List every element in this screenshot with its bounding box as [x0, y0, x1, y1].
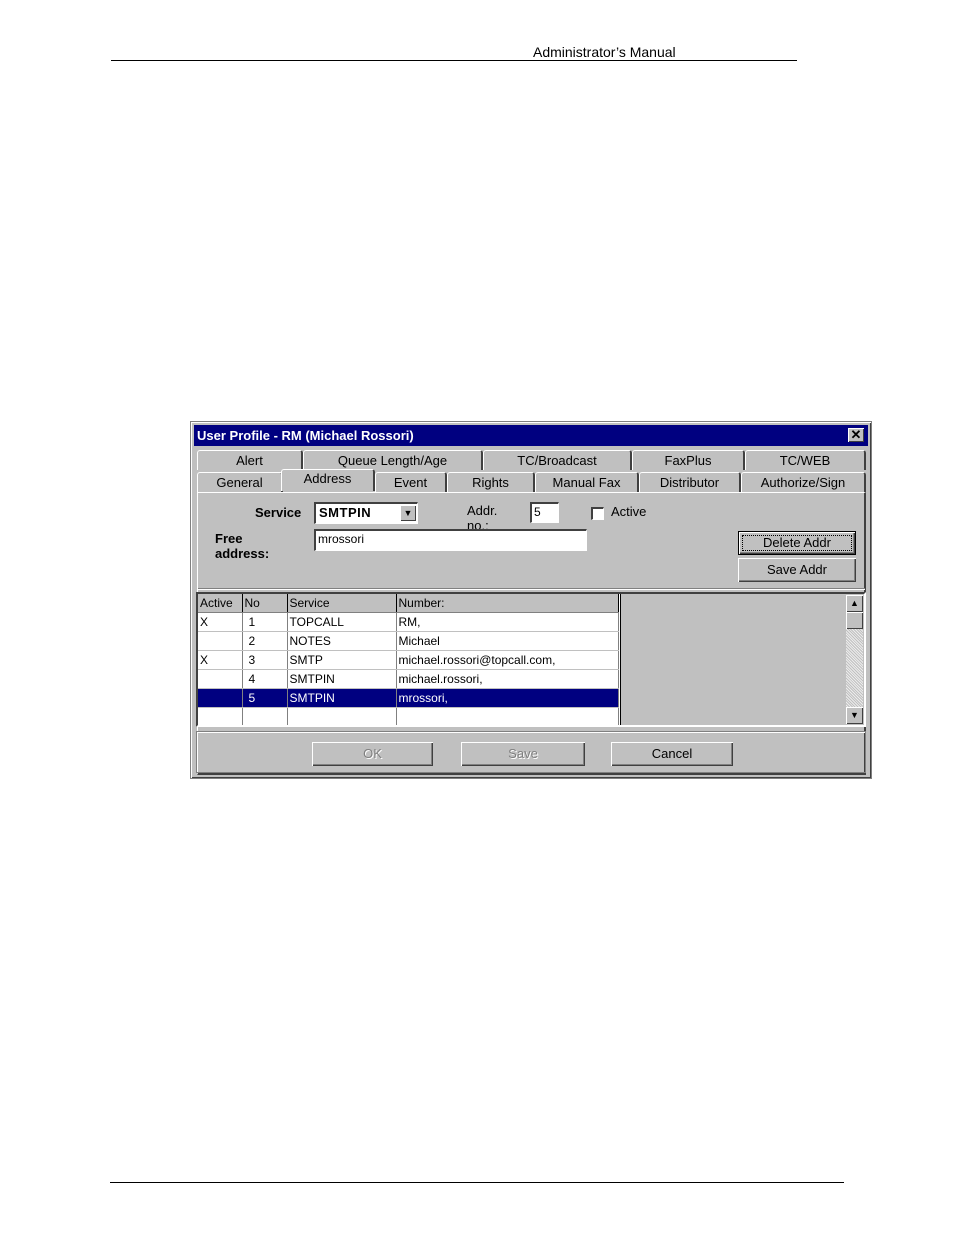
cell-service: TOPCALL — [287, 612, 397, 632]
scroll-down-icon[interactable]: ▼ — [846, 707, 863, 724]
save-addr-button[interactable]: Save Addr — [738, 558, 856, 582]
column-header-service[interactable]: Service — [287, 594, 397, 613]
cell-number — [396, 707, 619, 725]
dialog-title: User Profile - RM (Michael Rossori) — [197, 428, 414, 443]
column-header-active[interactable]: Active — [198, 594, 243, 613]
service-dropdown[interactable]: SMTPIN ▼ — [314, 502, 418, 524]
tab-authorize-sign[interactable]: Authorize/Sign — [741, 472, 866, 492]
tab-rights[interactable]: Rights — [447, 472, 535, 492]
cell-service: SMTP — [287, 650, 397, 670]
cell-service: SMTPIN — [287, 669, 397, 689]
cell-no: 5 — [242, 688, 288, 708]
tab-faxplus[interactable]: FaxPlus — [632, 450, 745, 470]
address-table: Active No Service Number: X 1 TOPCALL RM… — [198, 594, 620, 725]
cell-active: X — [198, 650, 243, 670]
cell-no: 1 — [242, 612, 288, 632]
cell-number: michael.rossori, — [396, 669, 619, 689]
cell-active: X — [198, 612, 243, 632]
dialog-titlebar[interactable]: User Profile - RM (Michael Rossori) ✕ — [194, 425, 868, 446]
cell-service: SMTPIN — [287, 688, 397, 708]
cell-no: 3 — [242, 650, 288, 670]
cell-no — [242, 707, 288, 725]
document-header: Administrator’s Manual — [533, 44, 676, 60]
tab-event[interactable]: Event — [375, 472, 447, 492]
header-rule — [111, 60, 797, 61]
save-button[interactable]: Save — [461, 742, 585, 766]
active-checkbox[interactable] — [591, 507, 604, 520]
cancel-button[interactable]: Cancel — [611, 742, 733, 766]
cell-no: 2 — [242, 631, 288, 651]
focus-indicator — [742, 535, 852, 551]
tab-manual-fax[interactable]: Manual Fax — [535, 472, 639, 492]
chevron-down-icon[interactable]: ▼ — [400, 505, 416, 521]
delete-addr-button[interactable]: Delete Addr — [738, 531, 856, 555]
grid-divider — [620, 594, 621, 725]
table-row-selected[interactable]: 5 SMTPIN mrossori, — [198, 688, 619, 708]
tab-distributor[interactable]: Distributor — [639, 472, 741, 492]
footer-rule — [110, 1182, 844, 1183]
scroll-up-icon[interactable]: ▲ — [846, 595, 863, 612]
table-row[interactable]: 2 NOTES Michael — [198, 631, 619, 651]
cell-active — [198, 707, 243, 725]
ok-button[interactable]: OK — [312, 742, 433, 766]
tab-alert[interactable]: Alert — [197, 450, 303, 470]
cell-number: mrossori, — [396, 688, 619, 708]
column-header-number[interactable]: Number: — [396, 594, 619, 613]
table-row[interactable]: X 1 TOPCALL RM, — [198, 612, 619, 632]
cell-active — [198, 688, 243, 708]
free-address-label: Free address: — [215, 531, 270, 561]
tab-address[interactable]: Address — [281, 469, 375, 491]
column-header-no[interactable]: No — [242, 594, 288, 613]
table-header-row: Active No Service Number: — [198, 594, 619, 613]
cell-number: Michael — [396, 631, 619, 651]
cell-no: 4 — [242, 669, 288, 689]
addr-no-field[interactable]: 5 — [530, 502, 559, 523]
tab-tc-broadcast[interactable]: TC/Broadcast — [483, 450, 632, 470]
tab-queue-length-age[interactable]: Queue Length/Age — [303, 450, 483, 470]
service-label: Service — [255, 505, 302, 520]
cell-service — [287, 707, 397, 725]
active-checkbox-label: Active — [611, 504, 647, 519]
cell-active — [198, 631, 243, 651]
free-address-field[interactable]: mrossori — [314, 529, 587, 551]
cell-active — [198, 669, 243, 689]
table-row[interactable]: X 3 SMTP michael.rossori@topcall.com, — [198, 650, 619, 670]
table-row[interactable] — [198, 707, 619, 725]
cell-service: NOTES — [287, 631, 397, 651]
table-row[interactable]: 4 SMTPIN michael.rossori, — [198, 669, 619, 689]
tab-general[interactable]: General — [197, 472, 283, 492]
scroll-thumb[interactable] — [846, 612, 863, 629]
close-icon[interactable]: ✕ — [848, 428, 864, 442]
cell-number: RM, — [396, 612, 619, 632]
cell-number: michael.rossori@topcall.com, — [396, 650, 619, 670]
service-value: SMTPIN — [319, 505, 372, 520]
vertical-scrollbar[interactable]: ▲ ▼ — [846, 595, 863, 724]
tab-tc-web[interactable]: TC/WEB — [745, 450, 866, 470]
form-separator — [198, 588, 865, 589]
